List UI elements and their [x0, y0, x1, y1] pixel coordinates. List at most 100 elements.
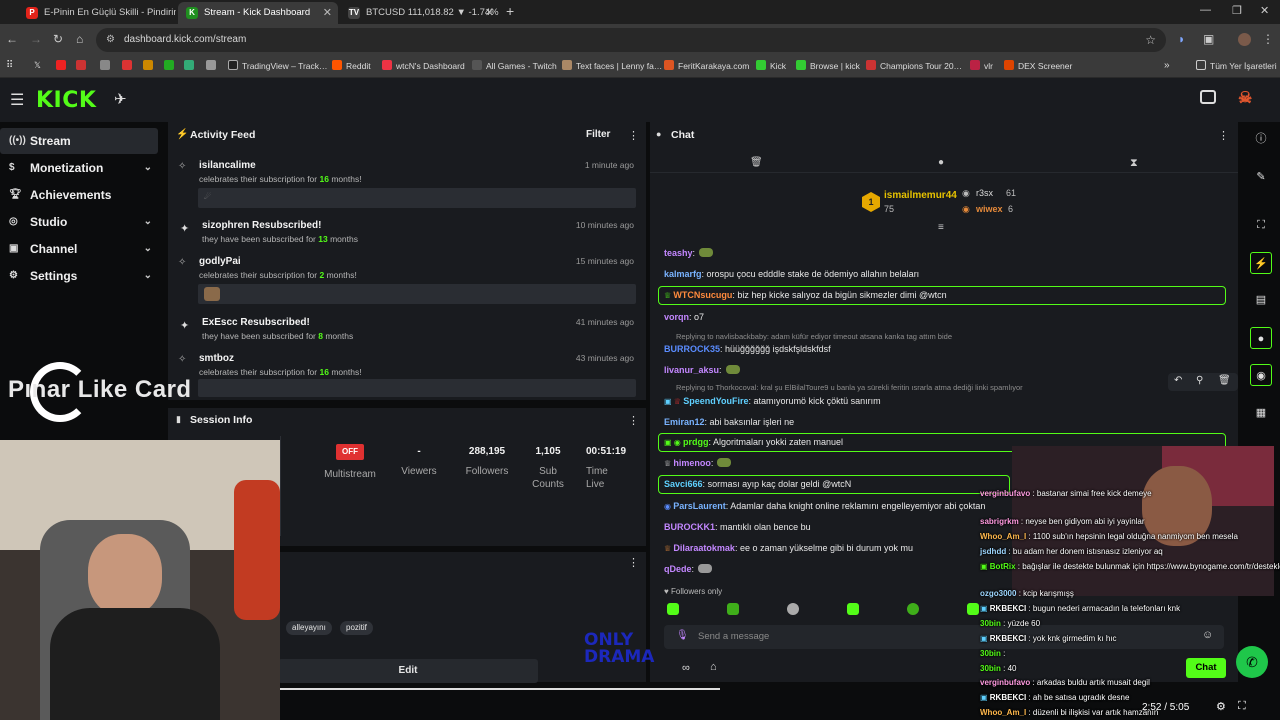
session-menu-icon[interactable]: ⋮: [628, 414, 639, 427]
emote-icon[interactable]: [667, 603, 679, 615]
bookmark-item[interactable]: Browse | kick: [796, 60, 860, 71]
minimize-icon[interactable]: —: [1200, 4, 1211, 16]
more-bookmarks-icon[interactable]: »: [1164, 60, 1170, 71]
info-icon[interactable]: ⓘ: [1250, 128, 1272, 150]
bookmark-star-icon[interactable]: ☆: [1145, 28, 1156, 52]
browser-tab[interactable]: TV BTCUSD 111,018.82 ▼ -1.74% ✕: [340, 2, 500, 24]
chat-message[interactable]: BURROCK35: hüüğğğğğğ işdskfşldskfdsf: [664, 344, 831, 354]
bookmark-item[interactable]: Text faces | Lenny fa…: [562, 60, 662, 71]
settings-icon[interactable]: ⚙: [1216, 700, 1226, 713]
chat-message-highlighted[interactable]: ▣ ◉ prdgg: Algoritmaları yokki zaten man…: [664, 437, 843, 447]
sidebar-item-channel[interactable]: ▣ Channel ⌄: [0, 236, 158, 262]
sidebar-item-stream[interactable]: ((•)) Stream: [0, 128, 158, 154]
address-input[interactable]: ⚙ dashboard.kick.com/stream ☆: [96, 28, 1166, 52]
collapse-leaderboard-icon[interactable]: ≡: [938, 222, 944, 233]
bookmark-item[interactable]: FeritKarakaya.com: [664, 60, 749, 71]
activity-item[interactable]: ✦ ExEscc Resubscribed! they have been su…: [168, 317, 646, 347]
layout-icon[interactable]: ▦: [1250, 402, 1272, 424]
bookmark-item[interactable]: All Games - Twitch: [472, 60, 557, 71]
favicon-icon[interactable]: [206, 60, 220, 71]
x-icon[interactable]: 𝕏: [34, 60, 41, 71]
close-tab-icon[interactable]: ✕: [323, 2, 332, 24]
chat-message[interactable]: ♕ Dilaraatokmak: ee o zaman yükselme gib…: [664, 543, 913, 553]
chat-message[interactable]: livanur_aksu:: [664, 365, 740, 375]
emote-icon[interactable]: [727, 603, 739, 615]
capture-icon[interactable]: ⛶: [1250, 214, 1272, 236]
maximize-icon[interactable]: ❐: [1232, 4, 1242, 17]
reply-icon[interactable]: ↶: [1174, 375, 1182, 386]
bookmark-item[interactable]: Reddit: [332, 60, 371, 71]
favicon-icon[interactable]: [100, 60, 114, 71]
back-icon[interactable]: ←: [6, 32, 18, 46]
chat-message[interactable]: qDede:: [664, 564, 713, 574]
forward-icon[interactable]: →: [30, 32, 42, 46]
hourglass-icon[interactable]: ⧗: [1130, 157, 1138, 170]
notes-icon[interactable]: ▤: [1250, 289, 1272, 311]
bookmark-item[interactable]: Champions Tour 20…: [866, 60, 962, 71]
new-tab-icon[interactable]: +: [506, 3, 514, 19]
sidebar-item-monetization[interactable]: $ Monetization ⌄: [0, 155, 158, 181]
chat-message-highlighted[interactable]: Savci666: sorması ayıp kaç dolar geldi @…: [664, 479, 851, 489]
emoji-picker-icon[interactable]: ☺: [1202, 629, 1213, 641]
leaderboard-user[interactable]: r3sx: [976, 188, 993, 198]
edit-button[interactable]: Edit: [278, 659, 538, 683]
stream-info-menu-icon[interactable]: ⋮: [628, 556, 639, 569]
chat-message[interactable]: Emiran12: abi baksınlar işleri ne: [664, 417, 794, 427]
profile-avatar[interactable]: [1238, 33, 1251, 46]
sidebar-item-settings[interactable]: ⚙ Settings ⌄: [0, 263, 158, 289]
rocket-icon[interactable]: ✈: [114, 90, 127, 108]
leaderboard-top-user[interactable]: ismailmemur44: [884, 190, 957, 201]
browser-tab[interactable]: P E-Pinin En Güçlü Skilli - Pindirin: [18, 2, 176, 24]
chat-message[interactable]: ◉ ParsLaurent: Adamlar daha knight onlin…: [664, 501, 985, 511]
reload-icon[interactable]: ↻: [53, 32, 63, 46]
home-icon[interactable]: ⌂: [76, 32, 83, 46]
chat-message[interactable]: ▣ ♕ SpeendYouFire: atamıyorumö kick çökt…: [664, 396, 881, 406]
live-preview-icon[interactable]: [1200, 90, 1216, 104]
favicon-icon[interactable]: [143, 60, 157, 71]
sidebar-item-studio[interactable]: ◎ Studio ⌄: [0, 209, 158, 235]
fullscreen-icon[interactable]: ⛶: [1238, 700, 1246, 713]
sidebar-item-achievements[interactable]: 🏆︎ Achievements: [0, 182, 158, 208]
leaderboard-user[interactable]: wiwex: [976, 204, 1003, 214]
pin-icon[interactable]: ⚲: [1196, 375, 1203, 386]
delete-icon[interactable]: 🗑︎: [1218, 375, 1231, 386]
chat-message[interactable]: ♕ himenoo:: [664, 458, 732, 468]
chat-toggle-icon[interactable]: ●: [1250, 327, 1272, 349]
chat-input[interactable]: 🎙︎ Send a message ☺: [664, 625, 1224, 649]
channel-avatar[interactable]: ☠: [1238, 88, 1252, 108]
kick-logo[interactable]: KICK: [36, 88, 96, 113]
favicon-icon[interactable]: [164, 60, 178, 71]
send-chat-button[interactable]: Chat: [1186, 658, 1226, 678]
emote-icon[interactable]: [907, 603, 919, 615]
floating-support-button[interactable]: ✆: [1236, 646, 1268, 678]
emote-icon[interactable]: [847, 603, 859, 615]
close-window-icon[interactable]: ✕: [1260, 4, 1269, 17]
bookmark-item[interactable]: Kick: [756, 60, 786, 71]
edit-pencil-icon[interactable]: ✎: [1250, 166, 1272, 188]
hamburger-menu-icon[interactable]: ☰: [10, 90, 24, 110]
gmail-icon[interactable]: [76, 60, 90, 71]
youtube-icon[interactable]: [56, 60, 70, 71]
chat-mode-icon[interactable]: ●: [938, 157, 944, 168]
activity-item[interactable]: ✧ godlyPai celebrates their subscription…: [168, 256, 646, 286]
close-tab-icon[interactable]: ✕: [485, 2, 494, 24]
favicon-icon[interactable]: [184, 60, 198, 71]
emote-icon[interactable]: [787, 603, 799, 615]
trash-icon[interactable]: 🗑︎: [750, 157, 763, 168]
apps-grid-icon[interactable]: ⠿: [6, 60, 13, 71]
chat-menu-icon[interactable]: ⋮: [1218, 129, 1229, 142]
player-progress-bar[interactable]: [280, 688, 720, 690]
extension-icon[interactable]: ◗: [1178, 32, 1185, 46]
chat-message[interactable]: teashy:: [664, 248, 714, 258]
chat-message[interactable]: BUROCKK1: mantıklı olan bence bu: [664, 522, 811, 532]
quick-action-icon[interactable]: ⚡: [1250, 252, 1272, 274]
favicon-icon[interactable]: [122, 60, 136, 71]
site-info-icon[interactable]: ⚙: [106, 28, 115, 52]
all-bookmarks-folder[interactable]: Tüm Yer İşaretleri: [1196, 60, 1277, 71]
extensions-puzzle-icon[interactable]: ▣: [1203, 32, 1214, 46]
activity-item[interactable]: ✦ sizophren Resubscribed! they have been…: [168, 220, 646, 250]
bookmark-item[interactable]: wtcN's Dashboard: [382, 60, 465, 71]
browser-tab-active[interactable]: K Stream - Kick Dashboard ✕: [178, 2, 338, 24]
chat-message-highlighted[interactable]: ♕ WTCNsucugu: biz hep kicke salıyoz da b…: [664, 290, 947, 300]
chat-message[interactable]: vorqn: o7: [664, 312, 704, 322]
